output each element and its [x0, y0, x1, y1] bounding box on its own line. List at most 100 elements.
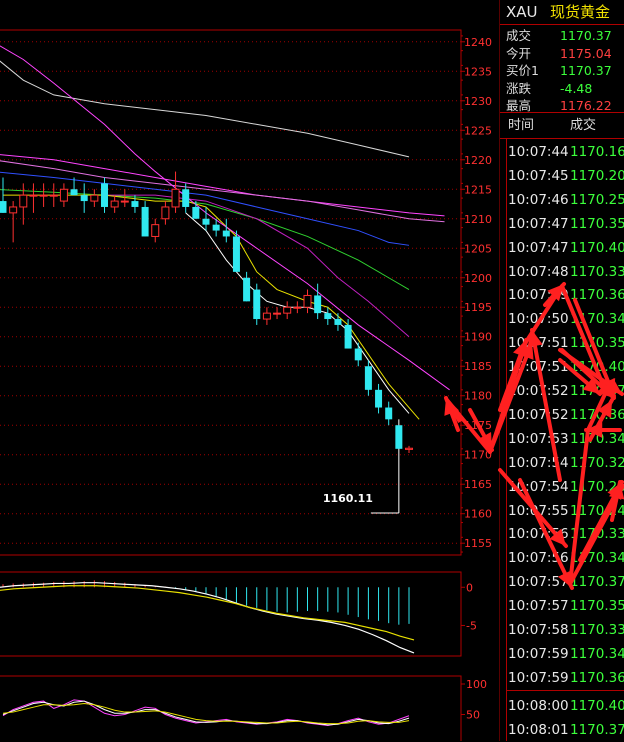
- ticks-header-price: 成交: [570, 118, 597, 133]
- tick-price: 1170.32: [570, 454, 624, 471]
- tick-row[interactable]: 10:07:45 1170.20: [500, 164, 624, 188]
- quote-value: 1170.37: [560, 63, 612, 78]
- tick-row[interactable]: 10:07:55 1170.24: [500, 499, 624, 523]
- quote-value: -4.48: [560, 80, 593, 96]
- quote-row: 涨跌 -4.48: [506, 79, 622, 98]
- tick-time: 10:07:57: [508, 574, 569, 591]
- price-tick-label: 1190: [464, 331, 492, 344]
- ma-line: [0, 60, 410, 158]
- tick-row[interactable]: 10:08:01 1170.37: [500, 718, 624, 742]
- candle-body: [0, 201, 7, 213]
- tick-row[interactable]: 10:07:49 1170.36: [500, 283, 624, 307]
- candle-body: [375, 389, 383, 408]
- tick-time: 10:07:46: [508, 191, 569, 208]
- kdj-indicator: [2, 699, 410, 726]
- tick-row[interactable]: 10:07:59 1170.36: [500, 666, 624, 690]
- tick-row[interactable]: 10:07:54 1170.32: [500, 451, 624, 475]
- tick-price: 1170.37: [570, 721, 624, 738]
- tick-row[interactable]: 10:07:52 1170.36: [500, 403, 624, 427]
- candle-body: [262, 312, 271, 320]
- tick-row[interactable]: 10:07:54 1170.26: [500, 475, 624, 499]
- tick-row[interactable]: 10:07:57 1170.37: [500, 570, 624, 594]
- candle-body: [151, 224, 160, 237]
- quote-label: 买价1: [506, 63, 539, 78]
- macd-axis: 0 -5: [461, 581, 477, 632]
- candle-body: [273, 312, 282, 315]
- tick-time: 10:07:59: [508, 669, 569, 686]
- tick-row[interactable]: 10:07:44 1170.16: [500, 140, 624, 164]
- tick-row[interactable]: 10:07:50 1170.34: [500, 307, 624, 331]
- tick-price: 1170.16: [570, 144, 624, 160]
- candle-body: [253, 289, 261, 320]
- price-tick-label: 1235: [464, 65, 492, 78]
- candle-body: [70, 189, 78, 196]
- tick-time: 10:07:54: [508, 454, 569, 471]
- tick-price: 1170.40: [570, 697, 624, 714]
- price-tick-label: 1180: [464, 390, 492, 403]
- tick-price: 1170.36: [570, 669, 624, 686]
- candle-body: [405, 447, 413, 450]
- price-tick-label: 1165: [464, 478, 492, 491]
- tick-price: 1170.25: [570, 191, 624, 208]
- price-tick-label: 1170: [464, 449, 492, 462]
- tick-row[interactable]: 10:07:47 1170.40: [500, 236, 624, 260]
- symbol-name: 现货黄金: [550, 3, 611, 21]
- tick-row[interactable]: 10:07:56 1170.33: [500, 522, 624, 546]
- tick-price: 1170.35: [570, 335, 624, 352]
- tick-price: 1170.40: [570, 359, 624, 376]
- candle-body: [182, 189, 190, 207]
- tick-row[interactable]: 10:07:52 1170.37: [500, 379, 624, 403]
- candle-body: [29, 194, 38, 197]
- tick-time: 10:07:48: [508, 263, 569, 280]
- tick-time: 10:07:55: [508, 502, 569, 519]
- candle-body: [171, 188, 180, 208]
- candle-body: [385, 407, 393, 420]
- quote-value: 1175.04: [560, 45, 612, 61]
- candle-body: [80, 195, 88, 202]
- tick-time: 10:08:01: [508, 721, 569, 738]
- candle-body: [395, 425, 403, 449]
- candle-body: [243, 277, 251, 302]
- candle-body: [314, 295, 322, 314]
- kdj-panel-frame: [0, 675, 462, 741]
- quote-row: 买价1 1170.37: [506, 61, 622, 80]
- candle-body: [110, 200, 119, 208]
- tick-price: 1170.36: [570, 287, 624, 304]
- kdj-tick-label: 50: [466, 709, 480, 722]
- macd-line: [0, 582, 415, 654]
- tick-row[interactable]: 10:07:48 1170.33: [500, 260, 624, 284]
- price-tick-label: 1220: [464, 154, 492, 167]
- price-tick-label: 1155: [464, 537, 492, 550]
- tick-price: 1170.34: [570, 430, 624, 447]
- tick-time: 10:07:51: [508, 359, 569, 376]
- tick-row[interactable]: 10:07:59 1170.34: [500, 642, 624, 666]
- tick-row[interactable]: 10:07:57 1170.35: [500, 594, 624, 618]
- tick-row[interactable]: 10:07:53 1170.34: [500, 427, 624, 451]
- quote-row: 今开 1175.04: [506, 44, 622, 63]
- kdj-tick-label: 100: [466, 678, 487, 691]
- tick-row[interactable]: 10:07:47 1170.35: [500, 212, 624, 236]
- macd-tick-label: 0: [466, 581, 473, 594]
- price-tick-label: 1225: [464, 124, 492, 137]
- quote-row: 成交 1170.37: [506, 26, 622, 45]
- price-panel-frame: [0, 29, 462, 556]
- tick-row[interactable]: 10:07:51 1170.40: [500, 355, 624, 379]
- price-axis: 1240 1235 1230 1225 1220 1215 1210 1205 1200 1195…: [461, 35, 492, 553]
- tick-price: 1170.35: [570, 215, 624, 232]
- candlesticks: [0, 171, 413, 514]
- tick-row[interactable]: 10:07:56 1170.34: [500, 546, 624, 570]
- tick-price: 1170.36: [570, 406, 624, 423]
- tick-row[interactable]: 10:07:58 1170.33: [500, 618, 624, 642]
- tick-row[interactable]: 10:07:46 1170.25: [500, 188, 624, 212]
- price-tick-label: 1240: [464, 36, 492, 49]
- tick-row[interactable]: 10:08:00 1170.40: [500, 694, 624, 718]
- candle-body: [59, 188, 68, 202]
- tick-row[interactable]: 10:07:51 1170.35: [500, 331, 624, 355]
- price-tick-label: 1195: [464, 301, 492, 314]
- candle-body: [222, 230, 230, 237]
- candle-body: [334, 319, 342, 325]
- tick-price: 1170.40: [570, 239, 624, 256]
- ma-line: [0, 45, 450, 391]
- candle-body: [283, 306, 292, 314]
- tick-time: 10:07:47: [508, 239, 569, 256]
